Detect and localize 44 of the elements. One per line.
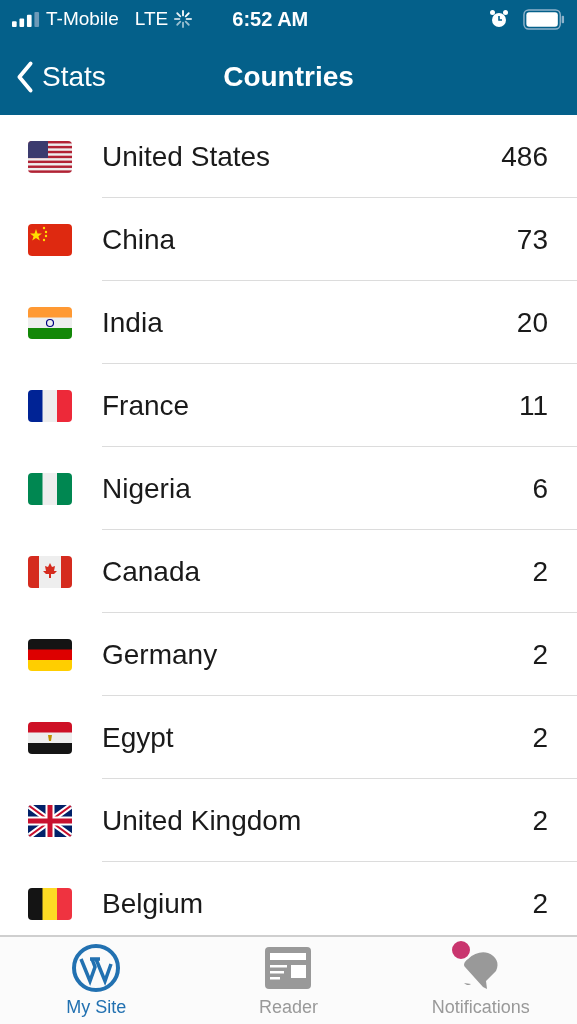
wordpress-logo-icon: [71, 943, 122, 993]
activity-spinner-icon: [174, 10, 193, 28]
country-name: Belgium: [102, 887, 205, 920]
visit-count: 2: [532, 721, 548, 754]
country-name: United States: [102, 140, 272, 173]
country-name: Nigeria: [102, 472, 192, 505]
flag-icon: [28, 472, 72, 505]
flag-icon: [28, 140, 72, 173]
visit-count: 11: [518, 389, 548, 422]
visit-count: 73: [516, 223, 548, 256]
visit-count: 2: [532, 804, 548, 837]
country-name: France: [102, 389, 191, 422]
flag-icon: [28, 638, 72, 671]
country-name: Canada: [102, 555, 202, 588]
flag-icon: [28, 306, 72, 339]
flag-icon: [28, 721, 72, 754]
country-name: United Kingdom: [102, 804, 303, 837]
tab-bar-item[interactable]: My Site: [0, 937, 193, 1024]
back-button[interactable]: Stats: [0, 59, 106, 94]
visit-count: 2: [532, 887, 548, 920]
carrier-name: T-Mobile: [46, 8, 119, 30]
flag-icon: [28, 804, 72, 837]
chevron-icon: [16, 59, 34, 94]
visit-count: 486: [501, 140, 548, 173]
flag-icon: [28, 389, 72, 422]
flag-icon: [28, 887, 72, 920]
signal-icon: [12, 11, 40, 27]
visit-count: 2: [532, 555, 548, 588]
country-name: India: [102, 306, 164, 339]
flag-icon: [28, 223, 72, 256]
tab-bar-item[interactable]: Notifications: [384, 937, 577, 1024]
country-name: Egypt: [102, 721, 175, 754]
clock-time: 6:52 AM: [232, 7, 309, 31]
tab-bar-item[interactable]: Reader: [192, 937, 385, 1024]
screen-title: Countries: [223, 60, 354, 93]
visit-count: 20: [516, 306, 548, 339]
visit-count: 6: [532, 472, 548, 505]
visit-count: 2: [532, 638, 548, 671]
network-type: LTE: [134, 8, 169, 30]
alarm-icon: [489, 9, 509, 29]
flag-icon: [28, 555, 72, 588]
country-name: Germany: [102, 638, 219, 671]
battery-icon: [523, 8, 565, 30]
country-name: China: [102, 223, 177, 256]
